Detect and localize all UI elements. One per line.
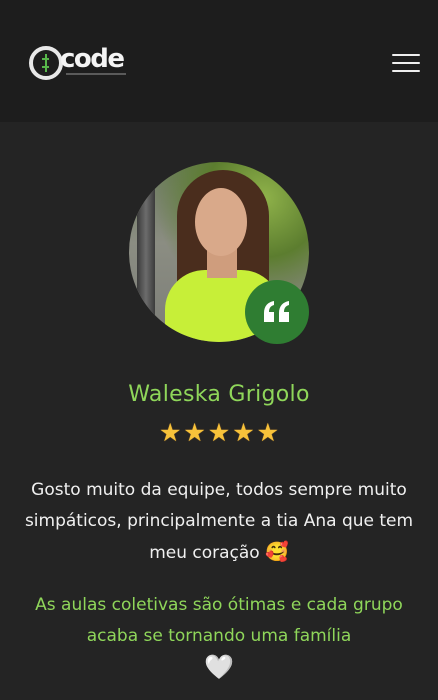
star-icon: ★ bbox=[256, 418, 280, 447]
quote-badge bbox=[245, 280, 309, 344]
testimonial-name: Waleska Grigolo bbox=[128, 382, 310, 407]
white-heart-icon: 🤍 bbox=[204, 653, 234, 681]
hamburger-icon bbox=[392, 54, 420, 56]
star-icon: ★ bbox=[232, 418, 255, 447]
site-header: code bbox=[0, 0, 438, 122]
star-rating: ★★★★★ bbox=[0, 419, 438, 447]
star-icon: ★ bbox=[183, 418, 206, 447]
menu-button[interactable] bbox=[392, 54, 422, 74]
smiling-hearts-emoji: 🥰 bbox=[265, 541, 289, 563]
quote-icon bbox=[264, 301, 289, 322]
testimonial-highlight: As aulas coletivas são ótimas e cada gru… bbox=[35, 595, 403, 646]
testimonial-avatar bbox=[129, 162, 309, 344]
star-icon: ★ bbox=[158, 418, 182, 447]
testimonial-body: Gosto muito da equipe, todos sempre muit… bbox=[24, 480, 414, 563]
code-logo[interactable]: code bbox=[26, 42, 126, 84]
logo-text: code bbox=[60, 44, 125, 74]
logo-tagline-line bbox=[66, 73, 126, 75]
testimonial-text: Gosto muito da equipe, todos sempre muit… bbox=[20, 475, 418, 569]
star-icon: ★ bbox=[207, 418, 231, 447]
